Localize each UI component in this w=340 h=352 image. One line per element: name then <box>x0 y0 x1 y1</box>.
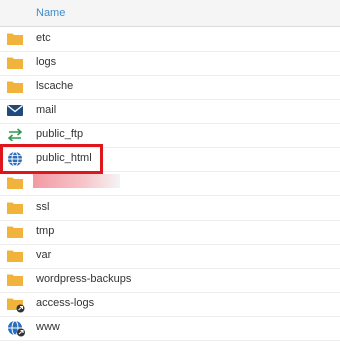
file-list: Name etc logs lscache mail public_ftp pu… <box>0 0 340 352</box>
globe-link-icon <box>7 320 26 337</box>
name-column-header[interactable]: Name <box>36 7 65 19</box>
file-row-www[interactable]: www <box>0 316 340 341</box>
file-row-var[interactable]: var <box>0 244 340 269</box>
folder-link-icon <box>7 297 26 313</box>
folder-icon <box>7 201 24 215</box>
folder-icon <box>7 80 24 94</box>
file-name[interactable]: access-logs <box>36 297 94 309</box>
file-name[interactable]: logs <box>36 56 56 68</box>
folder-icon <box>7 176 24 190</box>
file-name[interactable]: ssl <box>36 201 49 213</box>
file-row-etc[interactable]: etc <box>0 27 340 52</box>
redacted-name <box>33 174 120 188</box>
file-row-lscache[interactable]: lscache <box>0 75 340 100</box>
file-name[interactable]: public_html <box>36 152 92 164</box>
file-name[interactable]: mail <box>36 104 56 116</box>
folder-icon <box>7 56 24 70</box>
file-list-header: Name <box>0 0 340 27</box>
file-row-tmp[interactable]: tmp <box>0 220 340 245</box>
folder-icon <box>7 225 24 239</box>
folder-icon <box>7 273 24 287</box>
file-row-ssl[interactable]: ssl <box>0 196 340 221</box>
envelope-icon <box>7 104 24 118</box>
file-name[interactable]: www <box>36 321 60 333</box>
folder-icon <box>7 249 24 263</box>
file-row-logs[interactable]: logs <box>0 51 340 76</box>
file-row-redacted[interactable] <box>0 171 340 196</box>
globe-icon <box>7 151 24 167</box>
file-name[interactable]: wordpress-backups <box>36 273 131 285</box>
transfer-arrows-icon <box>7 128 24 142</box>
file-row-access-logs[interactable]: access-logs <box>0 292 340 317</box>
file-row-mail[interactable]: mail <box>0 99 340 124</box>
file-row-public-html[interactable]: public_html <box>0 147 340 172</box>
folder-icon <box>7 32 24 46</box>
file-name[interactable]: lscache <box>36 80 73 92</box>
file-name[interactable]: public_ftp <box>36 128 83 140</box>
file-row-public-ftp[interactable]: public_ftp <box>0 123 340 148</box>
file-name[interactable]: var <box>36 249 51 261</box>
file-row-wordpress-backups[interactable]: wordpress-backups <box>0 268 340 293</box>
file-name[interactable]: etc <box>36 32 51 44</box>
file-name[interactable]: tmp <box>36 225 54 237</box>
